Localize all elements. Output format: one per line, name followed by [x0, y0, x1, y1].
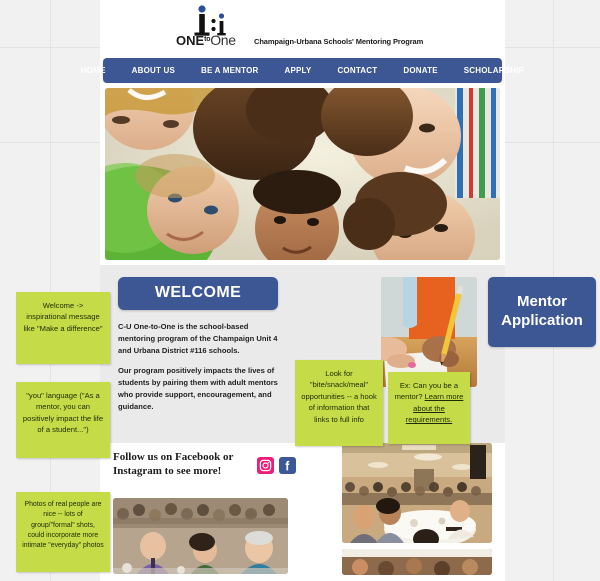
- instagram-icon[interactable]: [257, 457, 274, 474]
- site-header: ONEtoOne Champaign-Urbana Schools' Mento…: [100, 0, 505, 58]
- logo-wordmark: ONEtoOne: [176, 32, 236, 48]
- banquet-photo-left: [113, 498, 288, 574]
- sticky-note-example-link: Ex: Can you be a mentor? Learn more abou…: [388, 372, 470, 444]
- nav-item-contact[interactable]: CONTACT: [324, 61, 390, 80]
- site-logo[interactable]: ONEtoOne Champaign-Urbana Schools' Mento…: [176, 5, 423, 49]
- facebook-icon[interactable]: [279, 457, 296, 474]
- nav-item-about-us[interactable]: ABOUT US: [119, 61, 188, 80]
- welcome-paragraph-1: C-U One-to-One is the school-based mento…: [118, 322, 278, 355]
- welcome-paragraph-2: Our program positively impacts the lives…: [118, 366, 278, 411]
- student-writing-photo: [381, 277, 477, 387]
- welcome-section: WELCOME C-U One-to-One is the school-bas…: [118, 277, 278, 421]
- website-mockup: ONEtoOne Champaign-Urbana Schools' Mento…: [81, 0, 596, 581]
- sticky-note-bite-snack-meal: Look for "bite/snack/meal" opportunities…: [295, 360, 383, 446]
- follow-section: Follow us on Facebook or Instagram to se…: [100, 443, 505, 575]
- social-links: [257, 457, 296, 474]
- site-tagline: Champaign-Urbana Schools' Mentoring Prog…: [254, 37, 424, 46]
- sticky-note-photos: Photos of real people are nice -- lots o…: [16, 492, 110, 572]
- main-navigation: HOME ABOUT US BE A MENTOR APPLY CONTACT …: [81, 58, 524, 83]
- nav-item-be-a-mentor[interactable]: BE A MENTOR: [188, 61, 271, 80]
- sticky-note-you-language: "you" language ("As a mentor, you can po…: [16, 382, 110, 458]
- logo-word-one: ONE: [176, 33, 205, 48]
- nav-item-apply[interactable]: APPLY: [272, 61, 325, 80]
- one-to-one-logo-icon: ONEtoOne: [176, 5, 248, 49]
- nav-item-donate[interactable]: DONATE: [390, 61, 450, 80]
- welcome-body: C-U One-to-One is the school-based mento…: [118, 321, 278, 412]
- nav-item-home[interactable]: HOME: [68, 61, 119, 80]
- event-photo-strip: [342, 549, 492, 575]
- sticky-note-welcome: Welcome -> inspirational message like "M…: [16, 292, 110, 364]
- nav-item-scholarship[interactable]: SCHOLARSHIP: [451, 61, 537, 80]
- logo-word-one-second: One: [210, 32, 236, 48]
- follow-heading: Follow us on Facebook or Instagram to se…: [113, 451, 234, 477]
- banquet-photo-right: [342, 443, 492, 543]
- hero-image: [105, 88, 500, 260]
- welcome-badge: WELCOME: [118, 277, 278, 310]
- mentor-application-button[interactable]: Mentor Application: [488, 277, 596, 347]
